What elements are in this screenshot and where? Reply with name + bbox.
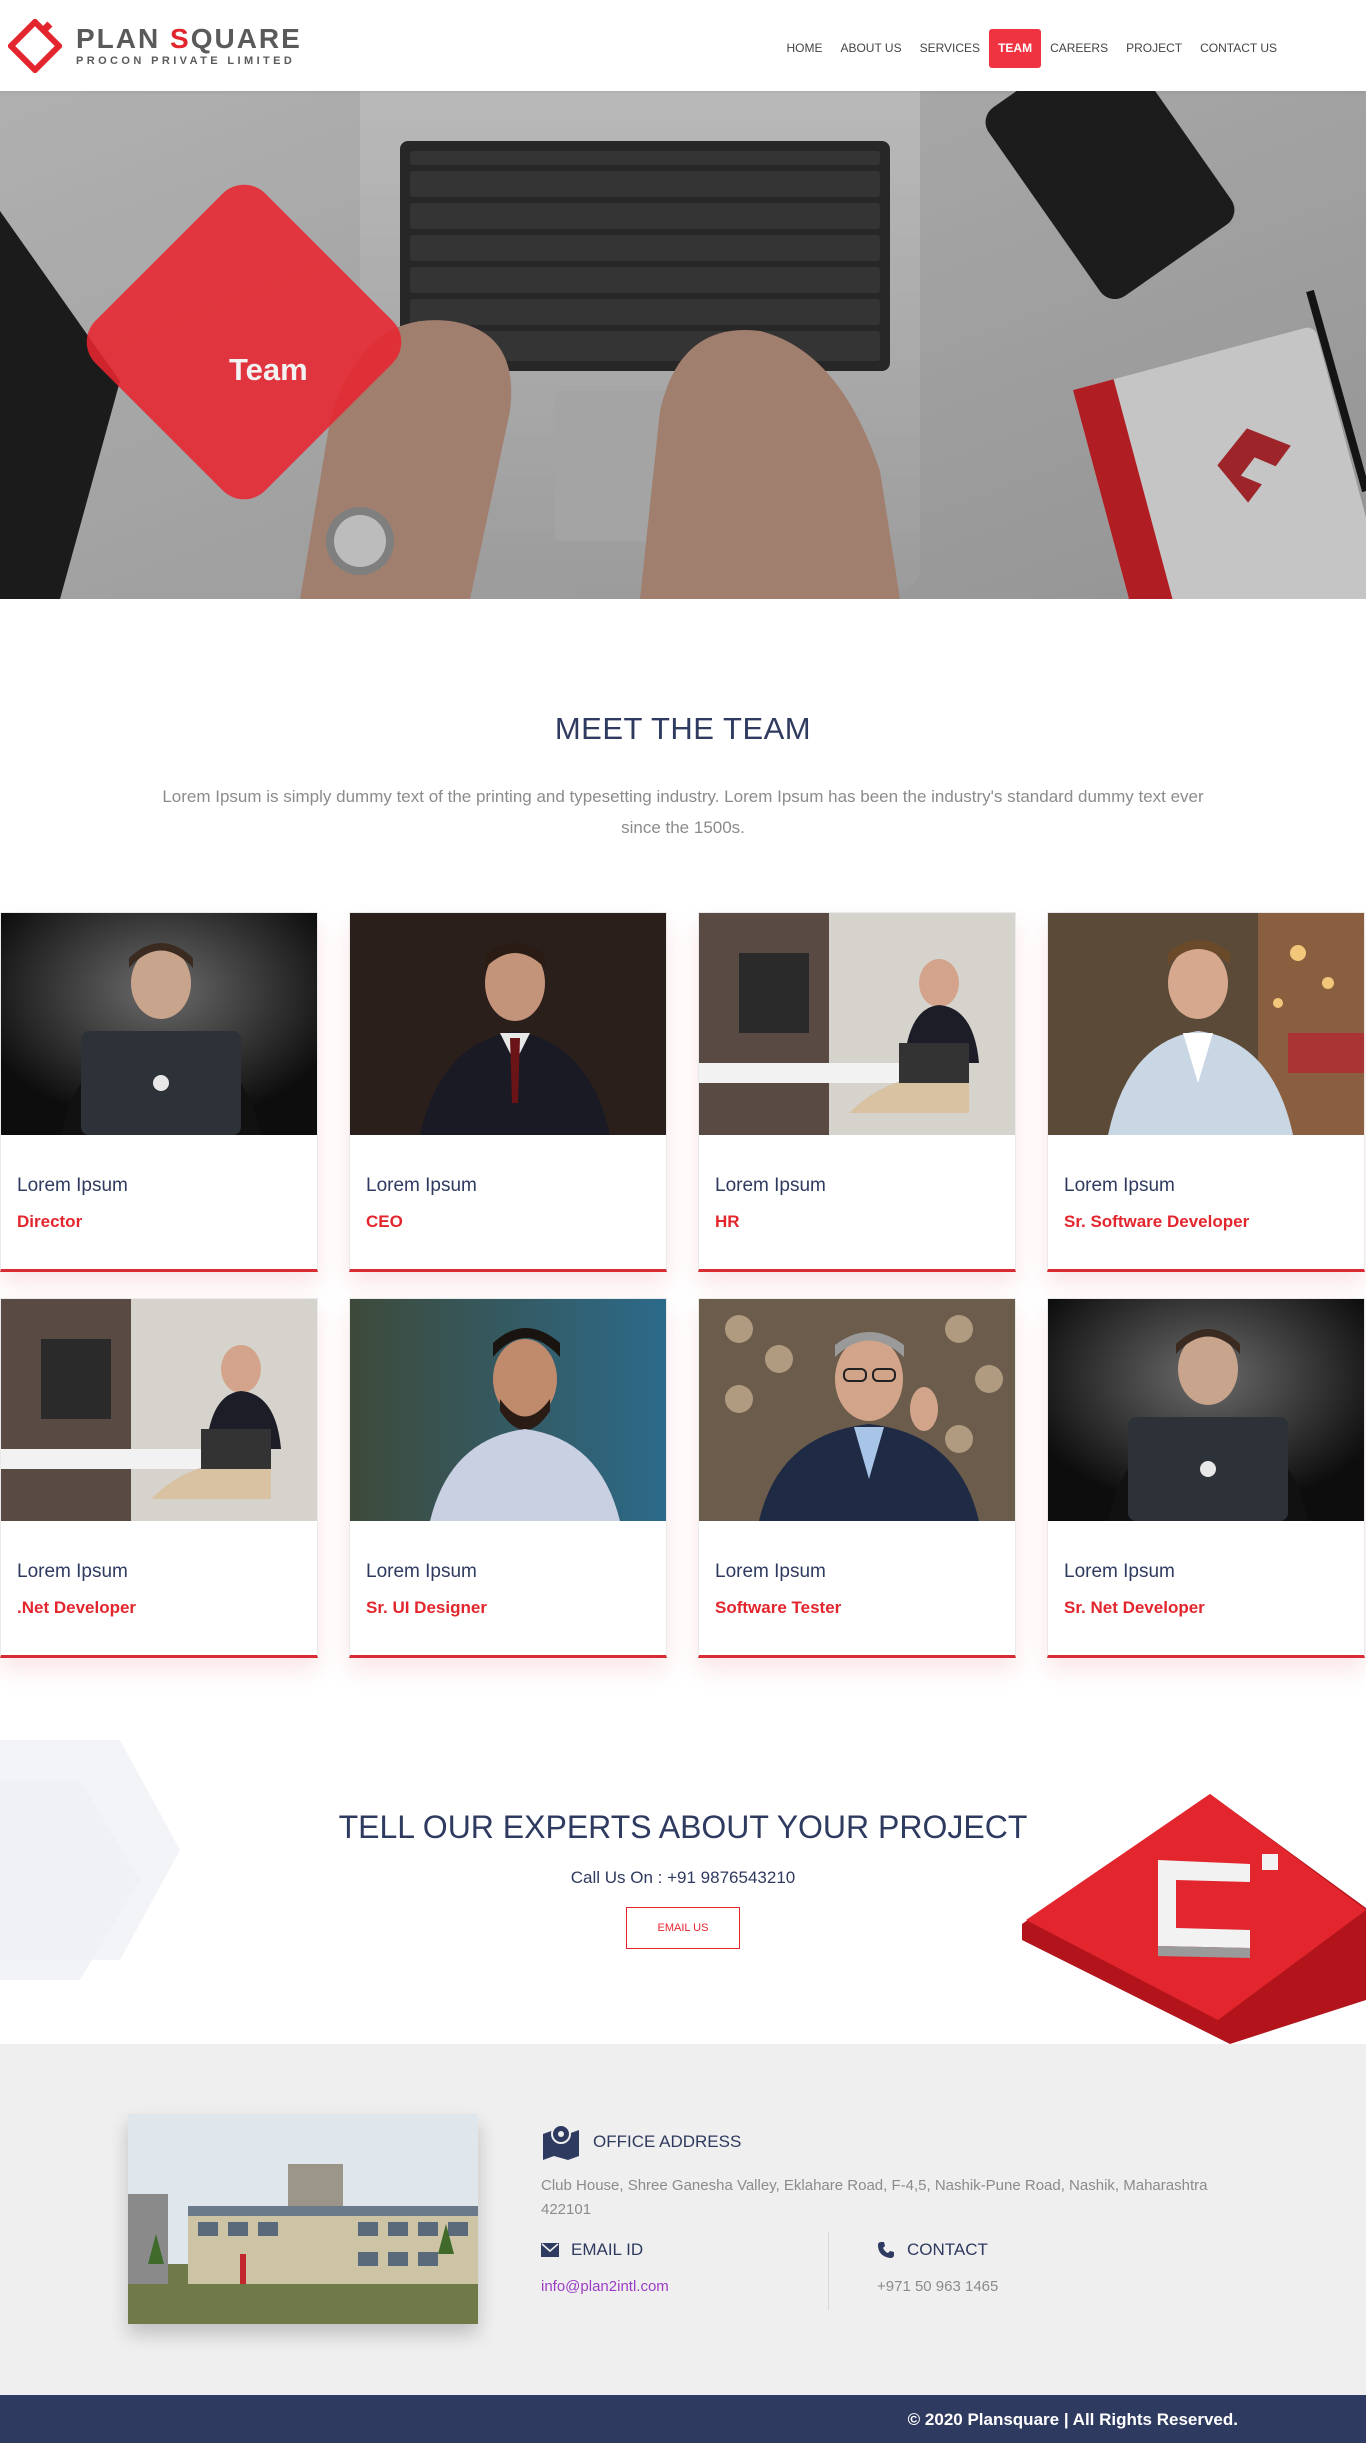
email-link[interactable]: info@plan2intl.com (541, 2278, 669, 2295)
contact-phone: +971 50 963 1465 (877, 2278, 999, 2295)
team-member-name: Lorem Ipsum (715, 1561, 826, 1582)
team-card[interactable]: Lorem Ipsum Sr. Net Developer (1047, 1298, 1365, 1658)
team-member-name: Lorem Ipsum (715, 1175, 826, 1196)
hero-background-image (0, 91, 1366, 599)
team-member-name: Lorem Ipsum (1064, 1561, 1175, 1582)
map-marker-icon (543, 2124, 579, 2160)
email-heading: EMAIL ID (541, 2240, 643, 2260)
team-member-photo (1048, 1299, 1364, 1521)
team-member-role: Sr. Net Developer (1064, 1598, 1205, 1617)
contact-heading: CONTACT (877, 2240, 988, 2260)
envelope-icon (541, 2243, 559, 2257)
nav-contact-us[interactable]: CONTACT US (1191, 29, 1286, 68)
phone-icon (878, 2242, 894, 2258)
footer-bar: © 2020 Plansquare | All Rights Reserved. (0, 2395, 1366, 2443)
team-member-photo (1, 913, 317, 1135)
nav-careers[interactable]: CAREERS (1041, 29, 1117, 68)
team-card[interactable]: Lorem Ipsum Director (0, 912, 318, 1272)
team-member-role: Director (17, 1212, 83, 1231)
logo-name: PLAN SQUARE (76, 23, 302, 54)
email-label: EMAIL ID (571, 2240, 644, 2259)
nav-home[interactable]: HOME (777, 29, 831, 68)
divider (828, 2232, 829, 2310)
office-address-text: Club House, Shree Ganesha Valley, Eklaha… (541, 2177, 1208, 2218)
team-section-title: MEET THE TEAM (554, 711, 812, 746)
logo[interactable]: PLAN SQUARE PROCON PRIVATE LIMITED (8, 18, 302, 74)
copyright-text: © 2020 Plansquare | All Rights Reserved. (907, 2410, 1238, 2429)
main-nav: HOME ABOUT US SERVICES TEAM CAREERS PROJ… (777, 29, 1286, 68)
email-us-button[interactable]: EMAIL US (626, 1907, 740, 1949)
office-building-photo (128, 2114, 478, 2324)
team-member-role: HR (715, 1212, 740, 1231)
office-address-label: OFFICE ADDRESS (593, 2132, 742, 2151)
logo-3d-icon (1022, 1794, 1366, 2044)
team-member-photo (350, 1299, 666, 1521)
team-card[interactable]: Lorem Ipsum Software Tester (698, 1298, 1016, 1658)
team-member-photo (1, 1299, 317, 1521)
team-member-role: Sr. UI Designer (366, 1598, 487, 1617)
contact-label: CONTACT (907, 2240, 988, 2259)
team-member-role: .Net Developer (17, 1598, 137, 1617)
hero-banner: Team (0, 91, 1366, 599)
team-member-role: Software Tester (715, 1598, 842, 1617)
nav-project[interactable]: PROJECT (1117, 29, 1191, 68)
team-card[interactable]: Lorem Ipsum Sr. UI Designer (349, 1298, 667, 1658)
team-card[interactable]: Lorem Ipsum HR (698, 912, 1016, 1272)
team-card[interactable]: Lorem Ipsum CEO (349, 912, 667, 1272)
team-member-role: CEO (366, 1212, 403, 1231)
team-section-description: Lorem Ipsum is simply dummy text of the … (162, 787, 1204, 837)
team-member-name: Lorem Ipsum (366, 1561, 477, 1582)
team-member-photo (350, 913, 666, 1135)
team-member-photo (699, 913, 1015, 1135)
logo-mark-icon (8, 19, 62, 73)
nav-team[interactable]: TEAM (989, 29, 1042, 68)
team-member-name: Lorem Ipsum (1064, 1175, 1175, 1196)
team-card[interactable]: Lorem Ipsum .Net Developer (0, 1298, 318, 1658)
nav-services[interactable]: SERVICES (911, 29, 989, 68)
team-member-photo (1048, 913, 1364, 1135)
hero-title: Team (229, 352, 308, 387)
nav-about-us[interactable]: ABOUT US (831, 29, 910, 68)
team-member-name: Lorem Ipsum (366, 1175, 477, 1196)
footer-info-section: OFFICE ADDRESS Club House, Shree Ganesha… (0, 2044, 1366, 2395)
team-member-name: Lorem Ipsum (17, 1175, 128, 1196)
site-header: PLAN SQUARE PROCON PRIVATE LIMITED HOME … (0, 0, 1366, 91)
team-member-photo (699, 1299, 1015, 1521)
logo-subtitle: PROCON PRIVATE LIMITED (76, 55, 296, 67)
team-card[interactable]: Lorem Ipsum Sr. Software Developer (1047, 912, 1365, 1272)
office-address-heading: OFFICE ADDRESS (541, 2124, 741, 2160)
team-member-name: Lorem Ipsum (17, 1561, 128, 1582)
team-member-role: Sr. Software Developer (1064, 1212, 1250, 1231)
